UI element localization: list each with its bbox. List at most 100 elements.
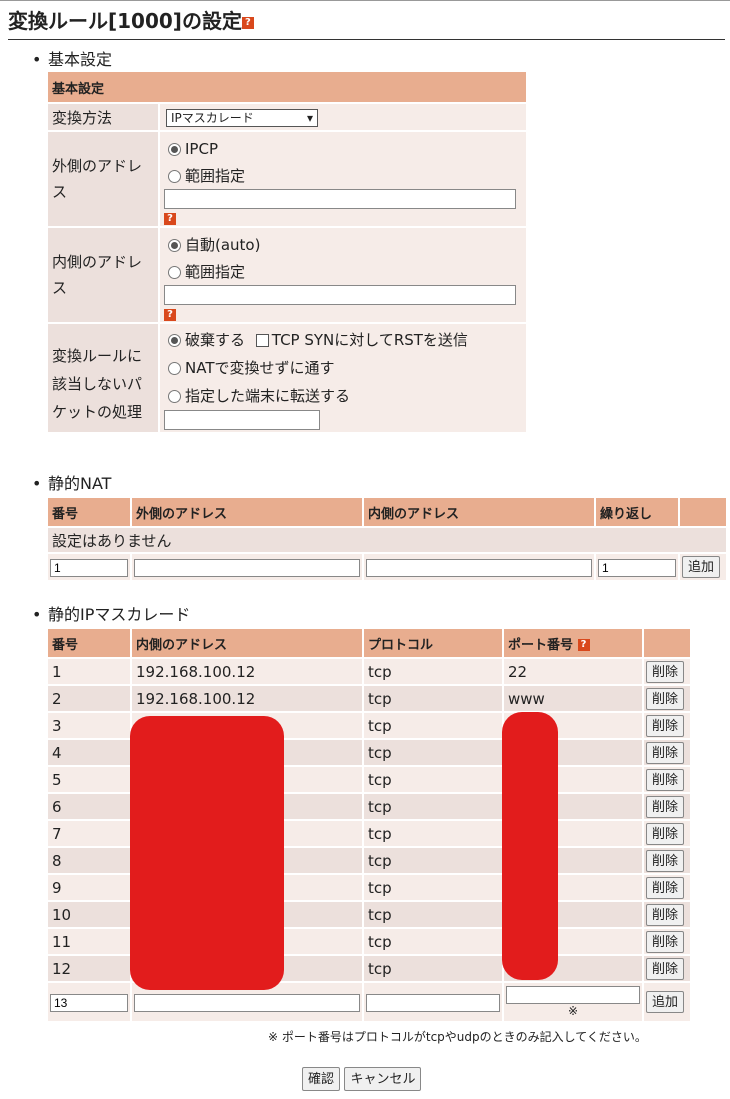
row-protocol: tcp — [364, 929, 502, 954]
method-select[interactable]: IPマスカレード — [166, 108, 318, 127]
rst-checkbox-label: TCP SYNに対してRSTを送信 — [271, 331, 468, 349]
help-icon[interactable]: ? — [241, 16, 254, 29]
masq-new-number-input[interactable] — [50, 993, 128, 1012]
section-masq-label: 静的IPマスカレード — [32, 605, 190, 625]
row-delete-button[interactable]: 削除 — [646, 687, 685, 710]
row-inner-address: 192.168.100.12 — [132, 659, 362, 684]
row-delete-button[interactable]: 削除 — [646, 903, 685, 926]
static-nat-table: 番号 外側のアドレス 内側のアドレス 繰り返し 設定はありません 追加 — [46, 496, 728, 582]
inner-help-icon[interactable]: ? — [164, 308, 176, 321]
row-delete-button[interactable]: 削除 — [646, 795, 685, 818]
cancel-button[interactable]: キャンセル — [344, 1067, 422, 1091]
table-row: 2 192.168.100.12 tcp www 削除 — [48, 686, 690, 711]
row-delete-button[interactable]: 削除 — [646, 930, 685, 953]
row-number: 12 — [48, 956, 130, 981]
title-rule — [8, 39, 725, 40]
row-protocol: tcp — [364, 713, 502, 738]
outer-help-icon[interactable]: ? — [164, 212, 176, 225]
nat-empty-text: 設定はありません — [48, 528, 726, 552]
row-number: 6 — [48, 794, 130, 819]
nomatch-opt-forward[interactable]: 指定した端末に転送する — [164, 382, 522, 410]
outer-opt1-label: IPCP — [185, 140, 218, 158]
inner-address-label: 内側のアドレス — [48, 228, 158, 322]
nat-new-repeat-input[interactable] — [598, 558, 676, 577]
port-note: ※ ポート番号はプロトコルがtcpやudpのときのみ記入してください。 — [268, 1030, 647, 1044]
method-label: 変換方法 — [48, 104, 158, 130]
outer-range-input[interactable] — [164, 189, 516, 209]
masq-new-protocol-input[interactable] — [366, 993, 500, 1012]
port-note-mark: ※ — [567, 1004, 579, 1018]
section-static-nat-label: 静的NAT — [32, 474, 112, 494]
port-help-icon[interactable]: ? — [577, 639, 590, 651]
section-basic-label: 基本設定 — [32, 50, 112, 70]
inner-opt-range[interactable]: 範囲指定 — [164, 259, 522, 285]
radio-inner-range[interactable] — [168, 266, 181, 279]
row-number: 2 — [48, 686, 130, 711]
row-number: 10 — [48, 902, 130, 927]
masq-col-port-text: ポート番号 — [508, 637, 574, 653]
row-protocol: tcp — [364, 821, 502, 846]
basic-table-header: 基本設定 — [48, 72, 526, 102]
row-number: 8 — [48, 848, 130, 873]
masq-new-inner-input[interactable] — [134, 993, 360, 1012]
outer-opt-range[interactable]: 範囲指定 — [164, 163, 522, 189]
nat-new-outer-input[interactable] — [134, 558, 360, 577]
masq-col-port: ポート番号 ? — [504, 629, 642, 657]
outer-address-label: 外側のアドレス — [48, 132, 158, 226]
row-delete-button[interactable]: 削除 — [646, 660, 685, 683]
masq-col-protocol: プロトコル — [364, 629, 502, 657]
row-delete-button[interactable]: 削除 — [646, 741, 685, 764]
radio-nomatch-pass[interactable] — [168, 362, 181, 375]
row-delete-button[interactable]: 削除 — [646, 957, 685, 980]
row-delete-button[interactable]: 削除 — [646, 849, 685, 872]
nat-new-inner-input[interactable] — [366, 558, 592, 577]
nat-col-number: 番号 — [48, 498, 130, 526]
page-title: 変換ルール[1000]の設定? — [8, 8, 254, 34]
radio-nomatch-discard[interactable] — [168, 334, 181, 347]
row-delete-button[interactable]: 削除 — [646, 768, 685, 791]
row-protocol: tcp — [364, 848, 502, 873]
row-delete-button[interactable]: 削除 — [646, 714, 685, 737]
rst-checkbox[interactable] — [255, 334, 269, 347]
masq-col-number: 番号 — [48, 629, 130, 657]
outer-opt-ipcp[interactable]: IPCP — [164, 135, 522, 163]
nomatch-opt-discard[interactable]: 破棄する — [168, 331, 245, 349]
masq-col-action — [644, 629, 690, 657]
row-delete-button[interactable]: 削除 — [646, 822, 685, 845]
forward-host-input[interactable] — [164, 410, 320, 430]
row-number: 11 — [48, 929, 130, 954]
radio-nomatch-forward[interactable] — [168, 390, 181, 403]
nat-col-repeat: 繰り返し — [596, 498, 678, 526]
row-number: 4 — [48, 740, 130, 765]
radio-outer-ipcp[interactable] — [168, 143, 181, 156]
masq-new-port-input[interactable] — [506, 986, 640, 1004]
outer-opt2-label: 範囲指定 — [185, 167, 246, 185]
row-delete-button[interactable]: 削除 — [646, 876, 685, 899]
radio-inner-auto[interactable] — [168, 239, 181, 252]
nat-new-number-input[interactable] — [50, 558, 128, 577]
nat-add-button[interactable]: 追加 — [682, 556, 721, 578]
nomatch-opt-pass[interactable]: NATで変換せずに通す — [164, 354, 522, 382]
row-protocol: tcp — [364, 956, 502, 981]
inner-range-input[interactable] — [164, 285, 516, 305]
nomatch-label: 変換ルールに該当しないパケットの処理 — [48, 324, 158, 432]
masq-add-button[interactable]: 追加 — [646, 991, 685, 1013]
row-port: www — [504, 686, 642, 711]
nomatch-opt3-label: 指定した端末に転送する — [185, 387, 351, 405]
nomatch-cell: 破棄する TCP SYNに対してRSTを送信 NATで変換せずに通す 指定した端… — [160, 324, 526, 432]
inner-opt-auto[interactable]: 自動(auto) — [164, 231, 522, 259]
row-protocol: tcp — [364, 875, 502, 900]
row-protocol: tcp — [364, 740, 502, 765]
row-protocol: tcp — [364, 767, 502, 792]
nat-col-action — [680, 498, 726, 526]
radio-outer-range[interactable] — [168, 170, 181, 183]
top-border — [0, 0, 730, 1]
confirm-button[interactable]: 確認 — [302, 1067, 341, 1091]
inner-opt1-label: 自動(auto) — [185, 236, 261, 254]
row-port: 22 — [504, 659, 642, 684]
row-number: 3 — [48, 713, 130, 738]
rst-checkbox-wrap[interactable]: TCP SYNに対してRSTを送信 — [255, 331, 468, 349]
row-protocol: tcp — [364, 794, 502, 819]
table-row: 1 192.168.100.12 tcp 22 削除 — [48, 659, 690, 684]
method-select-value: IPマスカレード — [171, 110, 254, 125]
